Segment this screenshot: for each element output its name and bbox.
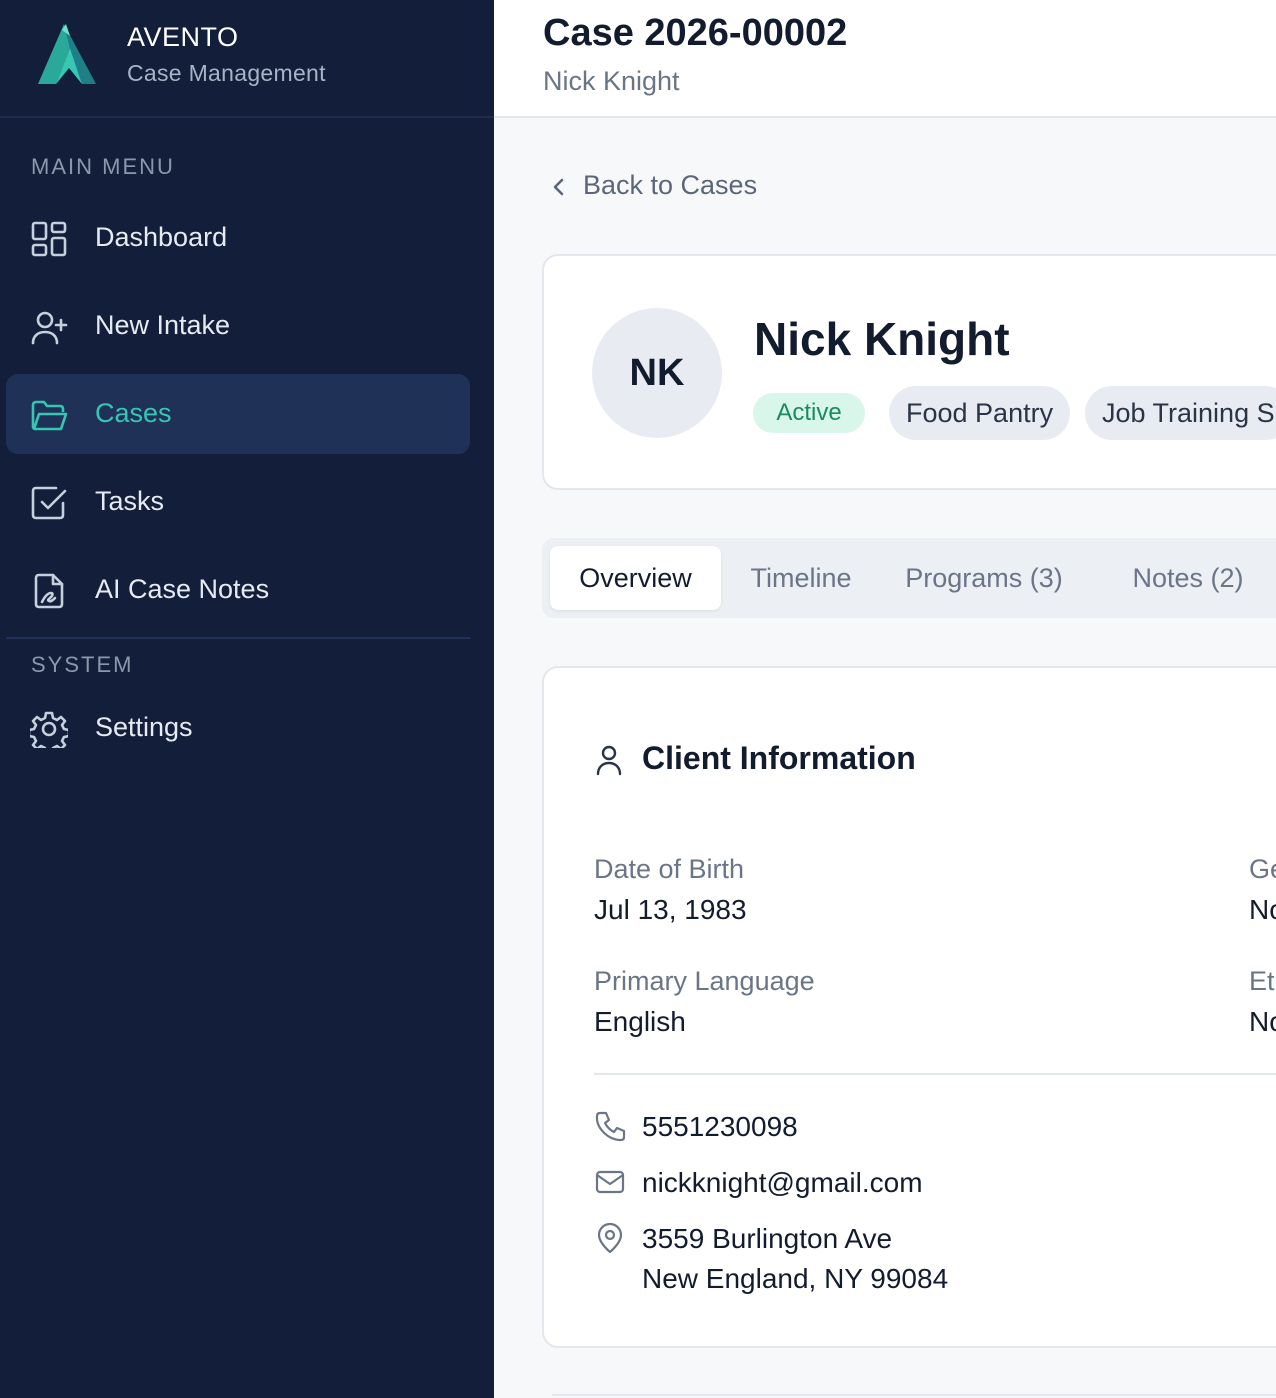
client-profile-card: NK Nick Knight Active Food Pantry Job Tr…	[542, 254, 1276, 490]
dob-label: Date of Birth	[594, 854, 745, 884]
sidebar-item-new-intake[interactable]: New Intake	[6, 286, 470, 366]
page-subtitle: Nick Knight	[543, 66, 680, 96]
phone-icon	[595, 1111, 626, 1142]
dob-value: Jul 13, 1983	[594, 894, 747, 925]
sidebar-item-tasks[interactable]: Tasks	[6, 462, 470, 542]
chevron-left-icon	[553, 178, 564, 196]
program-tag: Food Pantry	[889, 386, 1071, 440]
status-badge: Active	[753, 393, 865, 433]
avatar: NK	[592, 308, 722, 438]
folder-open-icon	[31, 400, 68, 431]
client-name: Nick Knight	[754, 313, 1010, 365]
sidebar-item-label: New Intake	[95, 310, 231, 340]
brand-subtitle: Case Management	[127, 60, 326, 86]
program-tag: Job Training S	[1085, 386, 1276, 440]
dashboard-grid-icon	[31, 221, 67, 257]
address-line1: 3559 Burlington Ave	[642, 1223, 893, 1254]
page-header: Case 2026-00002 Nick Knight	[494, 0, 1276, 118]
address-line2: New England, NY 99084	[642, 1263, 949, 1294]
case-tabs: Overview Timeline Programs (3) Notes (2)	[542, 538, 1276, 618]
sidebar-item-label: Cases	[95, 398, 172, 428]
page-title: Case 2026-00002	[543, 12, 848, 54]
gender-label: Ge	[1249, 854, 1276, 884]
language-value: English	[594, 1006, 686, 1037]
client-information-card: Client Information Date of Birth Jul 13,…	[542, 666, 1276, 1348]
back-link-label: Back to Cases	[583, 170, 758, 200]
file-signature-icon	[34, 573, 64, 609]
language-label: Primary Language	[594, 966, 815, 996]
tab-notes[interactable]: Notes (2)	[1108, 546, 1268, 610]
brand-name: AVENTO	[127, 22, 239, 52]
brand-header: AVENTO Case Management	[0, 0, 494, 118]
mail-icon	[595, 1170, 625, 1194]
sidebar-item-dashboard[interactable]: Dashboard	[6, 198, 470, 278]
main-menu-title: MAIN MENU	[31, 154, 175, 179]
sidebar: AVENTO Case Management MAIN MENU Dashboa…	[0, 0, 494, 1398]
checkbox-icon	[31, 486, 67, 520]
sidebar-item-ai-case-notes[interactable]: AI Case Notes	[6, 550, 470, 630]
ethnicity-label: Et	[1249, 966, 1275, 996]
map-pin-icon	[597, 1222, 623, 1254]
tab-overview[interactable]: Overview	[550, 546, 721, 610]
app-root: AVENTO Case Management MAIN MENU Dashboa…	[0, 0, 1276, 1398]
ethnicity-value: No	[1249, 1006, 1276, 1037]
system-title: SYSTEM	[31, 652, 134, 677]
avento-logo-icon	[38, 24, 96, 84]
tab-timeline[interactable]: Timeline	[728, 546, 874, 610]
sidebar-item-label: Tasks	[95, 486, 165, 516]
next-card-edge	[552, 1394, 1276, 1398]
section-title: Client Information	[642, 740, 916, 776]
sidebar-item-cases[interactable]: Cases	[6, 374, 470, 454]
sidebar-item-settings[interactable]: Settings	[6, 688, 470, 768]
gender-value: No	[1249, 894, 1276, 925]
email-value: nickknight@gmail.com	[642, 1167, 923, 1198]
sidebar-item-label: Dashboard	[95, 222, 228, 252]
sidebar-divider	[6, 637, 470, 639]
sidebar-item-label: AI Case Notes	[95, 574, 270, 604]
tab-programs[interactable]: Programs (3)	[886, 546, 1082, 610]
phone-value: 5551230098	[642, 1111, 798, 1142]
user-plus-icon	[31, 311, 68, 345]
sidebar-item-label: Settings	[95, 712, 193, 742]
user-icon	[596, 745, 622, 776]
info-divider	[594, 1073, 1276, 1075]
gear-icon	[30, 711, 68, 748]
